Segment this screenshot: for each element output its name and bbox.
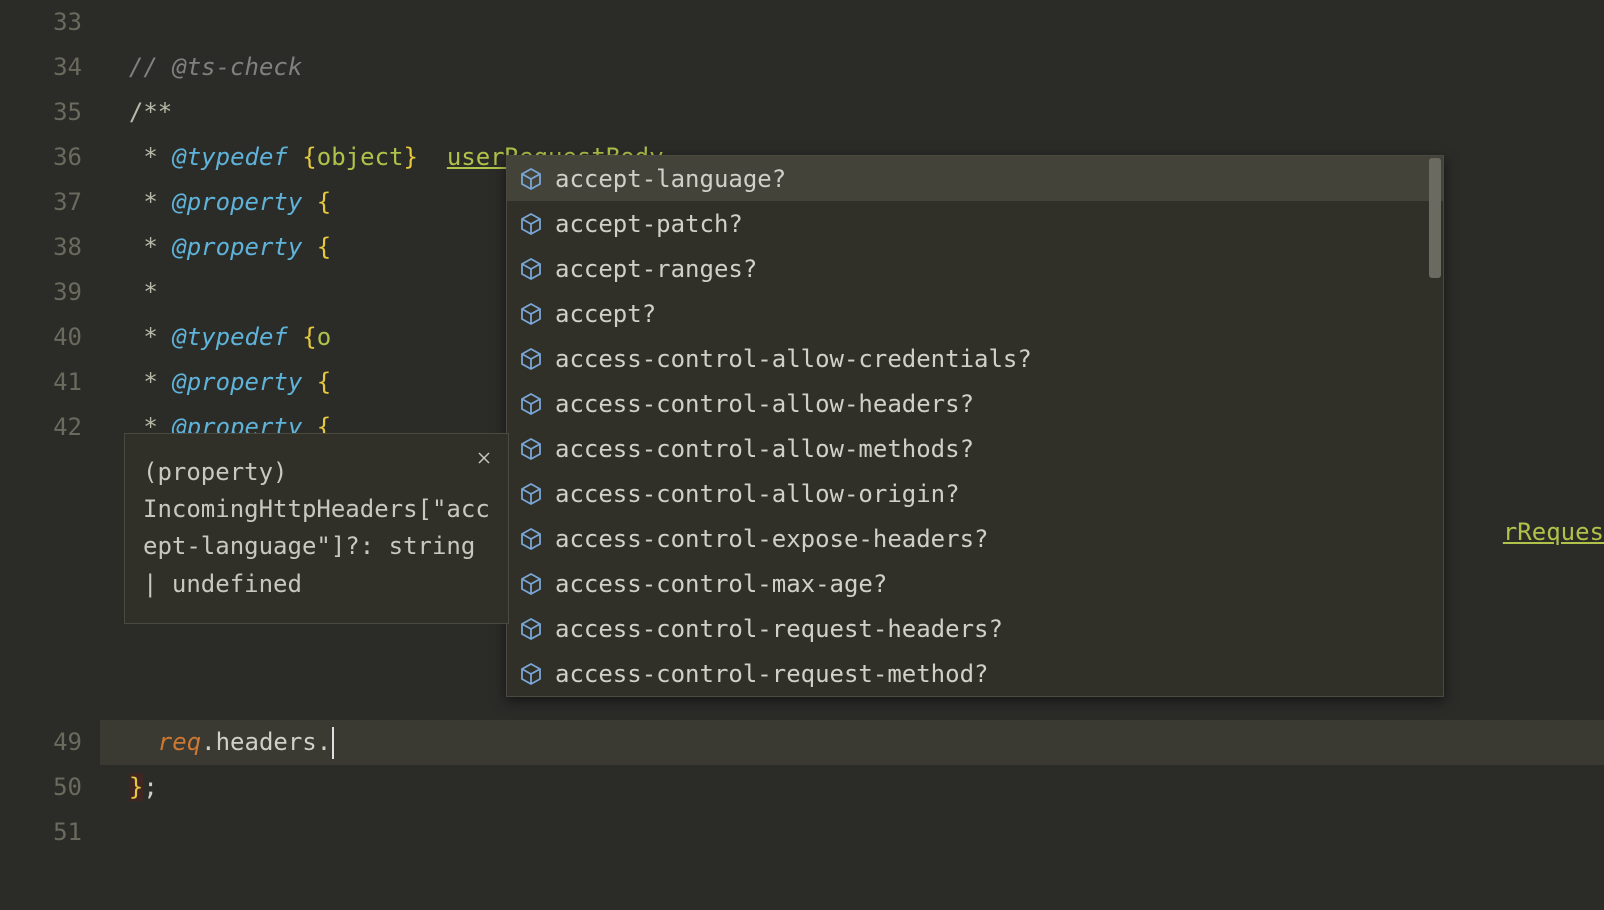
line-number bbox=[0, 675, 82, 720]
autocomplete-item[interactable]: access-control-max-age? bbox=[507, 561, 1443, 606]
line-number: 40 bbox=[0, 315, 82, 360]
scrollbar-thumb[interactable] bbox=[1429, 158, 1441, 278]
jsdoc-tag: @typedef bbox=[172, 143, 288, 171]
property: headers bbox=[216, 728, 317, 756]
line-number: 38 bbox=[0, 225, 82, 270]
text-cursor bbox=[332, 727, 334, 759]
autocomplete-label: access-control-allow-headers? bbox=[555, 390, 974, 418]
code-line[interactable]: // @ts-check bbox=[100, 45, 1604, 90]
line-number bbox=[0, 585, 82, 630]
jsdoc-tag: @property bbox=[172, 233, 302, 261]
line-number: 39 bbox=[0, 270, 82, 315]
cube-icon bbox=[517, 210, 545, 238]
code-content[interactable]: // @ts-check /** * @typedef {object} use… bbox=[100, 0, 1604, 910]
jsdoc-open: /** bbox=[129, 98, 172, 126]
line-number bbox=[0, 630, 82, 675]
autocomplete-label: access-control-allow-origin? bbox=[555, 480, 960, 508]
line-number: 49 bbox=[0, 720, 82, 765]
jsdoc-star: * bbox=[129, 278, 158, 306]
closing-brace: } bbox=[129, 773, 143, 801]
jsdoc-brace: { bbox=[288, 323, 317, 351]
cube-icon bbox=[517, 165, 545, 193]
cube-icon bbox=[517, 390, 545, 418]
jsdoc-brace: { bbox=[288, 143, 317, 171]
line-number: 42 bbox=[0, 405, 82, 450]
code-line[interactable] bbox=[100, 0, 1604, 45]
cube-icon bbox=[517, 525, 545, 553]
tooltip-text: (property) IncomingHttpHeaders["accept-l… bbox=[143, 458, 490, 598]
code-line[interactable]: }; bbox=[100, 765, 1604, 810]
autocomplete-item[interactable]: access-control-request-method? bbox=[507, 651, 1443, 696]
autocomplete-label: access-control-max-age? bbox=[555, 570, 887, 598]
jsdoc-tag: @property bbox=[172, 368, 302, 396]
cube-icon bbox=[517, 255, 545, 283]
line-number bbox=[0, 495, 82, 540]
jsdoc-brace: } bbox=[403, 143, 417, 171]
jsdoc-star: * bbox=[129, 143, 172, 171]
jsdoc-type: object bbox=[317, 143, 404, 171]
cube-icon bbox=[517, 615, 545, 643]
cube-icon bbox=[517, 300, 545, 328]
line-number: 51 bbox=[0, 810, 82, 855]
line-number: 37 bbox=[0, 180, 82, 225]
autocomplete-item[interactable]: access-control-allow-headers? bbox=[507, 381, 1443, 426]
dot: . bbox=[317, 728, 331, 756]
line-gutter: 33 34 35 36 37 38 39 40 41 42 49 50 51 bbox=[0, 0, 100, 910]
jsdoc-brace: { bbox=[302, 368, 331, 396]
cube-icon bbox=[517, 435, 545, 463]
line-number bbox=[0, 450, 82, 495]
jsdoc-brace: { bbox=[302, 233, 331, 261]
line-number: 41 bbox=[0, 360, 82, 405]
jsdoc-type-partial: o bbox=[317, 323, 331, 351]
hover-info-tooltip: (property) IncomingHttpHeaders["accept-l… bbox=[124, 433, 509, 624]
autocomplete-label: accept-ranges? bbox=[555, 255, 757, 283]
line-number: 36 bbox=[0, 135, 82, 180]
line-number bbox=[0, 540, 82, 585]
autocomplete-item[interactable]: access-control-allow-origin? bbox=[507, 471, 1443, 516]
line-number: 34 bbox=[0, 45, 82, 90]
jsdoc-tag: @typedef bbox=[172, 323, 288, 351]
code-line-current[interactable]: req.headers. bbox=[100, 720, 1604, 765]
jsdoc-star: * bbox=[129, 188, 172, 216]
cube-icon bbox=[517, 345, 545, 373]
autocomplete-item[interactable]: accept-patch? bbox=[507, 201, 1443, 246]
autocomplete-label: access-control-request-headers? bbox=[555, 615, 1003, 643]
autocomplete-item[interactable]: accept? bbox=[507, 291, 1443, 336]
line-number: 50 bbox=[0, 765, 82, 810]
semicolon: ; bbox=[143, 773, 157, 801]
cube-icon bbox=[517, 480, 545, 508]
comment-text: // @ts-check bbox=[129, 53, 302, 81]
code-editor[interactable]: 33 34 35 36 37 38 39 40 41 42 49 50 51 /… bbox=[0, 0, 1604, 910]
line-number: 35 bbox=[0, 90, 82, 135]
jsdoc-star: * bbox=[129, 323, 172, 351]
cube-icon bbox=[517, 570, 545, 598]
autocomplete-item[interactable]: access-control-request-headers? bbox=[507, 606, 1443, 651]
autocomplete-item[interactable]: accept-ranges? bbox=[507, 246, 1443, 291]
line-number: 33 bbox=[0, 0, 82, 45]
code-line[interactable]: /** bbox=[100, 90, 1604, 135]
cube-icon bbox=[517, 660, 545, 688]
autocomplete-label: accept? bbox=[555, 300, 656, 328]
autocomplete-popup[interactable]: accept-language? accept-patch? accept-rang… bbox=[506, 155, 1444, 697]
autocomplete-label: access-control-request-method? bbox=[555, 660, 988, 688]
jsdoc-brace: { bbox=[302, 188, 331, 216]
autocomplete-label: access-control-allow-credentials? bbox=[555, 345, 1032, 373]
jsdoc-star: * bbox=[129, 368, 172, 396]
code-line[interactable] bbox=[100, 810, 1604, 855]
autocomplete-item[interactable]: access-control-expose-headers? bbox=[507, 516, 1443, 561]
variable: req bbox=[158, 728, 201, 756]
autocomplete-label: accept-language? bbox=[555, 165, 786, 193]
overflow-text: rReques bbox=[1503, 510, 1604, 555]
autocomplete-label: access-control-allow-methods? bbox=[555, 435, 974, 463]
close-icon[interactable] bbox=[472, 446, 496, 470]
autocomplete-label: access-control-expose-headers? bbox=[555, 525, 988, 553]
jsdoc-tag: @property bbox=[172, 188, 302, 216]
autocomplete-item[interactable]: access-control-allow-methods? bbox=[507, 426, 1443, 471]
autocomplete-item[interactable]: access-control-allow-credentials? bbox=[507, 336, 1443, 381]
autocomplete-label: accept-patch? bbox=[555, 210, 743, 238]
jsdoc-star: * bbox=[129, 233, 172, 261]
dot: . bbox=[201, 728, 215, 756]
autocomplete-item[interactable]: accept-language? bbox=[507, 156, 1443, 201]
